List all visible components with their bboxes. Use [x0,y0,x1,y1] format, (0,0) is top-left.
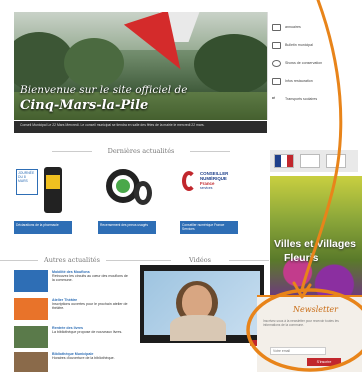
news-card-badge: JOURNÉE DU 8 MARS [16,169,38,195]
quick-item-transports[interactable]: ⇄ Transports scolaires [272,92,362,106]
list-item-thumbnail [14,298,48,320]
info-bar[interactable]: Conseil Municipal Le 22 Mars Mercredi. L… [14,121,267,133]
news-card[interactable]: CONSEILLER NUMÉRIQUE France services Con… [180,161,238,241]
list-item-text: Atelier Théâtre Inscriptions ouvertes pou… [52,298,128,311]
list-item-thumbnail [14,270,48,292]
list-item[interactable]: Bibliothèque Municipale Horaires d'ouvert… [14,352,129,372]
video-frame [144,271,260,341]
list-item-body: Retrouvez les circuits au cœur des moufl… [52,274,128,283]
list-item-body: Inscriptions ouvertes pour le prochain a… [52,302,128,311]
fleuri-subtitle: Fleuris [284,252,319,264]
video-person-face [182,285,212,319]
list-item-text: Mobilité des Mouflons Retrouvez les circu… [52,270,128,283]
quick-item-label: Bulletin municipal [285,43,313,47]
conseiller-text: CONSEILLER NUMÉRIQUE France services [200,171,228,191]
newsletter-title: Newsletter [293,305,338,314]
section-title-autres: Autres actualités [0,256,146,264]
product-label [46,175,60,189]
section-title-video: Vidéos [131,256,269,264]
list-item-thumbnail [14,352,48,372]
quick-item-bulletin[interactable]: Bulletin municipal [272,38,362,52]
quick-item-annuaires[interactable]: annuaires [272,20,362,34]
news-card[interactable]: Recensement des pneus usagés [98,161,156,241]
video-person-body [170,315,226,341]
newsletter-subscribe-button[interactable]: S'inscrire [307,358,341,366]
hero-town-name: Cinq-Mars-la-Pile [20,98,149,113]
product-image [44,167,62,213]
news-card-image: CONSEILLER NUMÉRIQUE France services [180,161,238,221]
fleuri-title: Villes et Villages [274,238,356,250]
arrows-icon: ⇄ [272,95,276,100]
quick-item-shows[interactable]: Shows de conservation [272,56,362,70]
quick-access-menu: annuaires Bulletin municipal Shows de co… [267,12,362,120]
republic-flag-logo[interactable] [274,154,294,168]
partner-logos [270,150,358,172]
news-card[interactable]: JOURNÉE DU 8 MARS Déclarations de la pha… [14,161,72,241]
list-item-text: Rentrée des livres La bibliothèque propos… [52,326,128,334]
hero-tree [194,34,267,94]
quick-item-label: Transports scolaires [285,97,318,101]
hero-tree [64,38,124,88]
quick-item-restauration[interactable]: Infos restauration [272,74,362,88]
news-card-caption: Recensement des pneus usagés [98,221,156,234]
newsletter-description: Inscrivez-vous à la newsletter pour rece… [263,319,339,327]
list-item[interactable]: Atelier Théâtre Inscriptions ouvertes pou… [14,298,129,324]
building-icon [272,23,281,31]
heart-icon [272,59,281,67]
newsletter-email-input[interactable] [270,347,326,355]
page: Bienvenue sur le site officiel de Cinq-M… [0,0,362,372]
tire-image [134,181,152,205]
list-item-body: La bibliothèque propose de nouveaux livr… [52,330,123,335]
video-player[interactable] [140,265,264,343]
list-item-body: Horaires d'ouverture de la bibliothèque. [52,356,115,361]
monitor-icon [272,41,281,49]
list-item[interactable]: Mobilité des Mouflons Retrouvez les circu… [14,270,129,296]
villes-fleuries-banner[interactable]: Villes et Villages Fleuris [270,176,362,296]
news-card-image: JOURNÉE DU 8 MARS [14,161,72,221]
conseiller-line: services [200,186,213,190]
partner-logo[interactable] [326,154,346,168]
recycle-icon [116,179,130,193]
quick-item-label: Shows de conservation [285,61,323,65]
hero-banner: Bienvenue sur le site officiel de Cinq-M… [14,12,267,120]
section-title-dernieres: Dernières actualités [52,147,230,155]
partner-logo[interactable] [300,154,320,168]
quick-item-label: Infos restauration [285,79,313,83]
newsletter-box: Newsletter Inscrivez-vous à la newslette… [257,295,362,372]
news-card-caption: Déclarations de la pharmacie [14,221,72,234]
news-card-image [98,161,156,221]
news-card-caption: Conseiller numérique France Services [180,221,238,234]
list-item-text: Bibliothèque Municipale Horaires d'ouvert… [52,352,128,360]
quick-item-label: annuaires [285,25,301,29]
document-icon [272,77,281,85]
list-item[interactable]: Rentrée des livres La bibliothèque propos… [14,326,129,352]
hero-title: Bienvenue sur le site officiel de [20,84,188,96]
conseiller-logo [182,171,196,191]
list-item-thumbnail [14,326,48,348]
